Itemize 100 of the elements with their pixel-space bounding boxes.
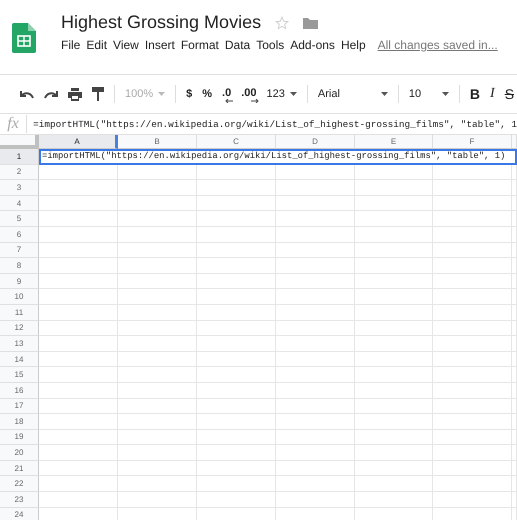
grid-cell[interactable]: [512, 445, 517, 461]
grid-cell[interactable]: [433, 211, 512, 227]
grid-cell[interactable]: [276, 476, 355, 492]
grid-cell[interactable]: [512, 242, 517, 258]
menu-item[interactable]: Data: [224, 38, 250, 52]
grid-cell[interactable]: [355, 164, 433, 180]
grid-cell[interactable]: [276, 196, 355, 212]
font-dropdown[interactable]: Arial: [318, 88, 388, 100]
grid-cell[interactable]: [276, 430, 355, 446]
grid-cell[interactable]: [118, 226, 197, 243]
row-header[interactable]: 7: [0, 242, 39, 258]
grid-cell[interactable]: [355, 398, 433, 414]
grid-cell[interactable]: [355, 180, 433, 196]
grid-cell[interactable]: [433, 226, 512, 243]
grid-cell[interactable]: [197, 258, 276, 274]
menu-item[interactable]: Help: [340, 38, 366, 52]
grid-cell[interactable]: [39, 320, 118, 336]
column-header[interactable]: D: [276, 135, 355, 149]
grid-cell[interactable]: [39, 180, 118, 196]
grid-cell[interactable]: [512, 352, 517, 368]
grid-cell[interactable]: [355, 382, 433, 398]
grid-cell[interactable]: [512, 196, 517, 212]
paint-roller-icon[interactable]: [92, 87, 104, 101]
column-header[interactable]: C: [197, 135, 276, 149]
grid-cell[interactable]: [355, 289, 433, 305]
grid-cell[interactable]: [512, 476, 517, 492]
grid-cell[interactable]: [433, 258, 512, 274]
grid-cell[interactable]: [118, 398, 197, 414]
bold-button[interactable]: B: [470, 86, 480, 102]
grid-cell[interactable]: [276, 274, 355, 290]
column-header[interactable]: E: [355, 135, 433, 149]
save-status-link[interactable]: All changes saved in...: [378, 38, 498, 52]
grid-cell[interactable]: [433, 398, 512, 414]
grid-cell[interactable]: [512, 382, 517, 398]
grid-cell[interactable]: [39, 274, 118, 290]
grid-cell[interactable]: [118, 367, 197, 383]
formula-input[interactable]: =importHTML("https://en.wikipedia.org/wiki/List_of_highest-grossing_films", "table", 1: [33, 118, 517, 130]
grid-cell[interactable]: [433, 304, 512, 321]
grid-cell[interactable]: [355, 320, 433, 336]
print-icon[interactable]: [68, 88, 82, 100]
grid-cell[interactable]: [433, 476, 512, 492]
grid-cell[interactable]: [355, 336, 433, 352]
grid-cell[interactable]: [197, 226, 276, 243]
grid-cell[interactable]: [355, 211, 433, 227]
grid-cell[interactable]: [118, 460, 197, 476]
grid-cell[interactable]: [39, 352, 118, 368]
grid-cell[interactable]: [355, 226, 433, 243]
italic-button[interactable]: I: [490, 86, 495, 102]
grid-cell[interactable]: [512, 492, 517, 508]
grid-cell[interactable]: [276, 164, 355, 180]
grid-cell[interactable]: [433, 180, 512, 196]
grid-cell[interactable]: [39, 336, 118, 352]
grid-cell[interactable]: [512, 430, 517, 446]
grid-cell[interactable]: [512, 320, 517, 336]
number-format-dropdown[interactable]: 123: [266, 88, 297, 100]
grid-cell[interactable]: [433, 320, 512, 336]
grid-cell[interactable]: [39, 460, 118, 476]
grid-cell[interactable]: [118, 476, 197, 492]
grid-cell[interactable]: [276, 367, 355, 383]
grid-cell[interactable]: [433, 382, 512, 398]
grid-cell[interactable]: [197, 304, 276, 321]
star-icon[interactable]: [275, 16, 290, 30]
grid-cell[interactable]: [512, 226, 517, 243]
decrease-decimals-button[interactable]: .0: [222, 86, 232, 102]
grid-cell[interactable]: [276, 320, 355, 336]
row-header[interactable]: 12: [0, 320, 39, 336]
grid-cell[interactable]: [197, 430, 276, 446]
grid-cell[interactable]: [512, 304, 517, 321]
row-header[interactable]: 13: [0, 336, 39, 352]
percent-button[interactable]: %: [202, 88, 212, 100]
select-all-corner[interactable]: [0, 135, 39, 149]
column-header[interactable]: [512, 135, 517, 149]
grid-cell[interactable]: [276, 289, 355, 305]
redo-icon[interactable]: [44, 89, 58, 99]
grid-cell[interactable]: [39, 226, 118, 243]
row-header[interactable]: 16: [0, 382, 39, 398]
grid-cell[interactable]: [276, 180, 355, 196]
grid-cell[interactable]: [276, 352, 355, 368]
grid-cell[interactable]: [39, 476, 118, 492]
menu-item[interactable]: Format: [180, 38, 219, 52]
grid-cell[interactable]: [433, 352, 512, 368]
row-header[interactable]: 6: [0, 226, 39, 243]
grid-cell[interactable]: [197, 164, 276, 180]
grid-cell[interactable]: [118, 336, 197, 352]
grid-cell[interactable]: [118, 320, 197, 336]
grid-cell[interactable]: [512, 398, 517, 414]
grid-cell[interactable]: [39, 445, 118, 461]
grid-cell[interactable]: [118, 414, 197, 430]
grid-cell[interactable]: [197, 445, 276, 461]
grid-cell[interactable]: [355, 430, 433, 446]
grid-cell[interactable]: [39, 289, 118, 305]
grid-cell[interactable]: [197, 460, 276, 476]
grid-cell[interactable]: [276, 414, 355, 430]
grid-cell[interactable]: [197, 367, 276, 383]
row-header[interactable]: 5: [0, 211, 39, 227]
grid-cell[interactable]: [355, 352, 433, 368]
strikethrough-button[interactable]: S: [504, 86, 514, 102]
grid-cell[interactable]: [118, 258, 197, 274]
grid-cell[interactable]: [433, 274, 512, 290]
menu-item[interactable]: Edit: [86, 38, 108, 52]
